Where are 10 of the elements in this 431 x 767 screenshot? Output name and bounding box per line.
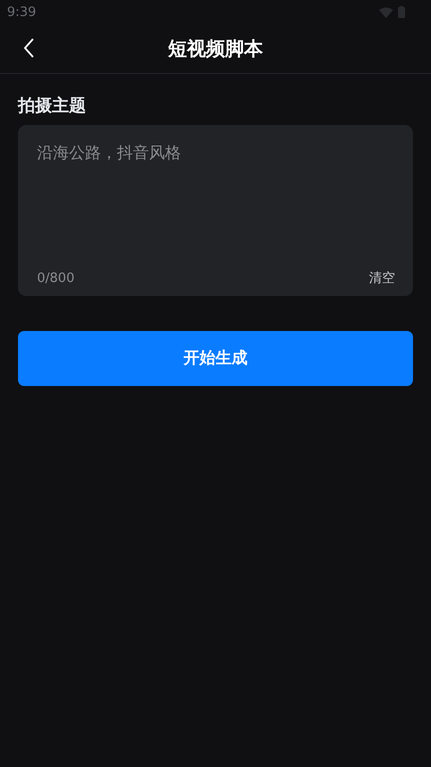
battery-icon [398,6,405,18]
generate-button[interactable]: 开始生成 [18,331,413,386]
field-label: 拍摄主题 [18,95,87,117]
clear-button[interactable]: 清空 [369,269,395,287]
status-time: 9:39 [7,4,36,20]
topic-input-field[interactable]: 沿海公路，抖音风格 0/800 清空 [18,125,413,296]
character-counter: 0/800 [37,270,74,286]
back-icon[interactable] [23,38,35,58]
page-title: 短视频脚本 [168,36,263,62]
wifi-icon [379,6,393,18]
